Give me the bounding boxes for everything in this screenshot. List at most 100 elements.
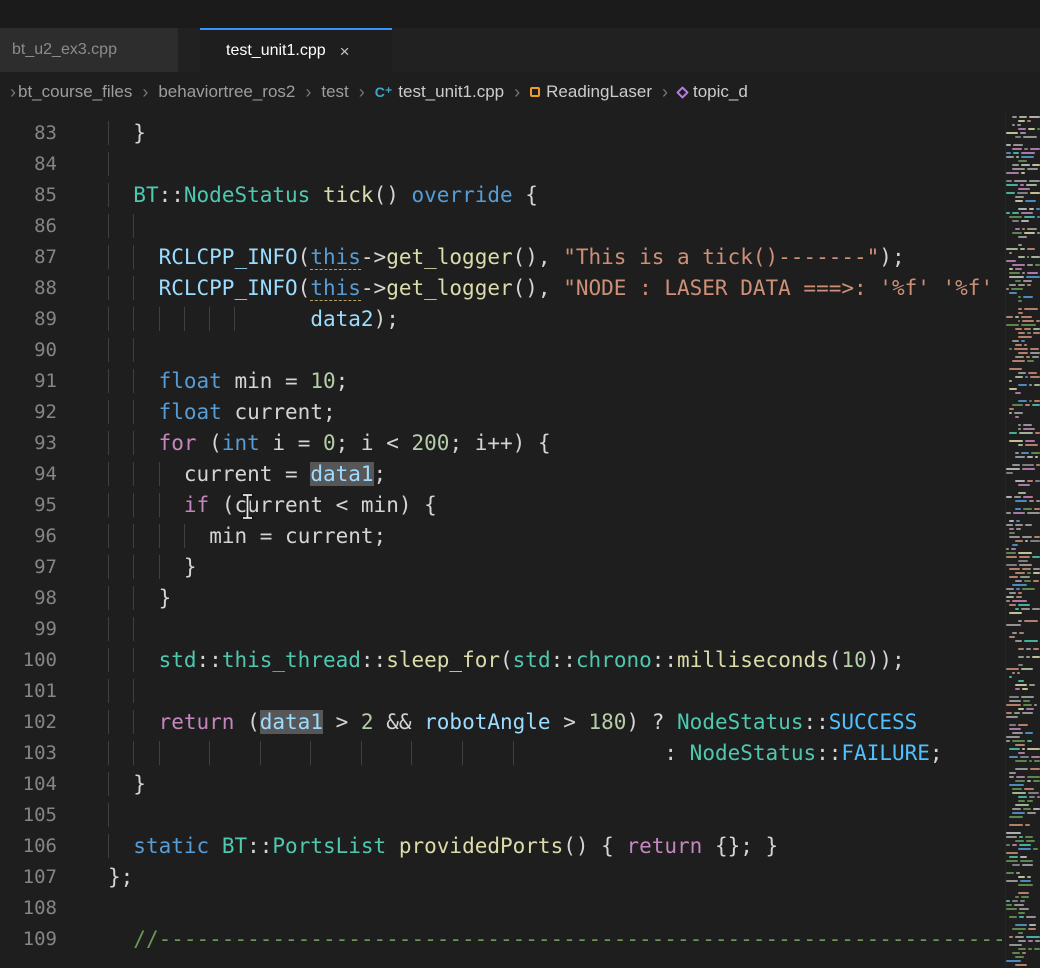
code-line-88[interactable]: 88 RCLCPP_INFO(this->get_logger(), "NODE… — [0, 273, 1005, 304]
code-line-94[interactable]: 94 current = data1; — [0, 459, 1005, 490]
minimap-row — [1006, 596, 1040, 598]
line-number[interactable]: 93 — [0, 428, 78, 459]
minimap-row — [1006, 576, 1040, 578]
minimap-row — [1006, 192, 1040, 194]
line-number[interactable]: 83 — [0, 118, 78, 149]
code-line-87[interactable]: 87 RCLCPP_INFO(this->get_logger(), "This… — [0, 242, 1005, 273]
line-number[interactable]: 96 — [0, 521, 78, 552]
line-number[interactable]: 100 — [0, 645, 78, 676]
minimap-row — [1006, 260, 1040, 262]
line-number[interactable]: 95 — [0, 490, 78, 521]
line-number[interactable]: 107 — [0, 862, 78, 893]
code-line-92[interactable]: 92 float current; — [0, 397, 1005, 428]
breadcrumb-label: topic_d — [693, 82, 748, 102]
code-line-86[interactable]: 86 — [0, 211, 1005, 242]
code-area[interactable]: 83 }84 85 BT::NodeStatus tick() override… — [0, 112, 1005, 968]
minimap-row — [1006, 412, 1040, 414]
minimap-row — [1006, 380, 1040, 382]
line-number[interactable]: 104 — [0, 769, 78, 800]
breadcrumb-item-test[interactable]: test — [321, 82, 348, 102]
line-number[interactable]: 97 — [0, 552, 78, 583]
line-number[interactable]: 84 — [0, 149, 78, 180]
line-number[interactable]: 108 — [0, 893, 78, 924]
code-line-103[interactable]: 103 : NodeStatus::FAILURE; — [0, 738, 1005, 769]
minimap-row — [1006, 640, 1040, 642]
minimap-row — [1006, 296, 1040, 298]
code-line-109[interactable]: 109 //----------------------------------… — [0, 924, 1005, 955]
minimap-row — [1006, 148, 1040, 150]
code-line-84[interactable]: 84 — [0, 149, 1005, 180]
breadcrumb-item-topic-d[interactable]: topic_d — [678, 82, 748, 102]
tab-test_unit1-cpp[interactable]: test_unit1.cpp × — [200, 28, 392, 72]
code-line-100[interactable]: 100 std::this_thread::sleep_for(std::chr… — [0, 645, 1005, 676]
line-number[interactable]: 102 — [0, 707, 78, 738]
line-number[interactable]: 89 — [0, 304, 78, 335]
minimap-row — [1006, 704, 1040, 706]
minimap-row — [1006, 828, 1040, 830]
code-line-105[interactable]: 105 — [0, 800, 1005, 831]
minimap-row — [1006, 628, 1040, 630]
minimap-row — [1006, 328, 1040, 330]
line-number[interactable]: 85 — [0, 180, 78, 211]
line-number[interactable]: 94 — [0, 459, 78, 490]
breadcrumb-item-bt-course-files[interactable]: bt_course_files — [18, 82, 132, 102]
line-number[interactable]: 109 — [0, 924, 78, 955]
minimap-row — [1006, 424, 1040, 426]
code-line-107[interactable]: 107}; — [0, 862, 1005, 893]
minimap-row — [1006, 452, 1040, 454]
line-number[interactable]: 86 — [0, 211, 78, 242]
code-line-106[interactable]: 106 static BT::PortsList providedPorts()… — [0, 831, 1005, 862]
minimap-row — [1006, 444, 1040, 446]
code-line-95[interactable]: 95 if (current < min) { — [0, 490, 1005, 521]
minimap-row — [1006, 168, 1040, 170]
breadcrumb-items: bt_course_files›behaviortree_ros2›test›C… — [18, 82, 748, 103]
code-line-85[interactable]: 85 BT::NodeStatus tick() override { — [0, 180, 1005, 211]
line-number[interactable]: 98 — [0, 583, 78, 614]
code-line-97[interactable]: 97 } — [0, 552, 1005, 583]
minimap-row — [1006, 524, 1040, 526]
tab-bt_u2_ex3-cpp[interactable]: bt_u2_ex3.cpp — [0, 28, 178, 72]
minimap-row — [1006, 960, 1040, 962]
minimap-row — [1006, 468, 1040, 470]
breadcrumb-item-behaviortree-ros2[interactable]: behaviortree_ros2 — [158, 82, 295, 102]
line-number[interactable]: 88 — [0, 273, 78, 304]
minimap-row — [1006, 160, 1040, 162]
line-number[interactable]: 103 — [0, 738, 78, 769]
line-number[interactable]: 105 — [0, 800, 78, 831]
code-line-102[interactable]: 102 return (data1 > 2 && robotAngle > 18… — [0, 707, 1005, 738]
minimap-row — [1006, 244, 1040, 246]
code-line-104[interactable]: 104 } — [0, 769, 1005, 800]
minimap-row — [1006, 600, 1040, 602]
minimap-row — [1006, 560, 1040, 562]
line-number[interactable]: 101 — [0, 676, 78, 707]
line-number[interactable]: 92 — [0, 397, 78, 428]
code-line-91[interactable]: 91 float min = 10; — [0, 366, 1005, 397]
line-number[interactable]: 91 — [0, 366, 78, 397]
minimap-row — [1006, 904, 1040, 906]
line-number[interactable]: 90 — [0, 335, 78, 366]
minimap-row — [1006, 880, 1040, 882]
minimap-row — [1006, 504, 1040, 506]
close-icon[interactable]: × — [340, 43, 350, 60]
code-line-89[interactable]: 89 data2); — [0, 304, 1005, 335]
code-line-93[interactable]: 93 for (int i = 0; i < 200; i++) { — [0, 428, 1005, 459]
code-line-83[interactable]: 83 } — [0, 118, 1005, 149]
minimap[interactable] — [1005, 112, 1040, 968]
line-number[interactable]: 106 — [0, 831, 78, 862]
breadcrumb-item-readinglaser[interactable]: ReadingLaser — [530, 82, 652, 102]
line-number[interactable]: 87 — [0, 242, 78, 273]
code-text — [78, 800, 133, 831]
chevron-right-icon: › — [359, 82, 365, 103]
minimap-row — [1006, 616, 1040, 618]
minimap-row — [1006, 432, 1040, 434]
minimap-row — [1006, 884, 1040, 886]
breadcrumb-item-test-unit1-cpp[interactable]: C⁺test_unit1.cpp — [375, 82, 504, 102]
code-line-101[interactable]: 101 — [0, 676, 1005, 707]
code-line-99[interactable]: 99 — [0, 614, 1005, 645]
minimap-row — [1006, 748, 1040, 750]
code-line-108[interactable]: 108 — [0, 893, 1005, 924]
line-number[interactable]: 99 — [0, 614, 78, 645]
code-line-96[interactable]: 96 min = current; — [0, 521, 1005, 552]
code-line-90[interactable]: 90 — [0, 335, 1005, 366]
code-line-98[interactable]: 98 } — [0, 583, 1005, 614]
